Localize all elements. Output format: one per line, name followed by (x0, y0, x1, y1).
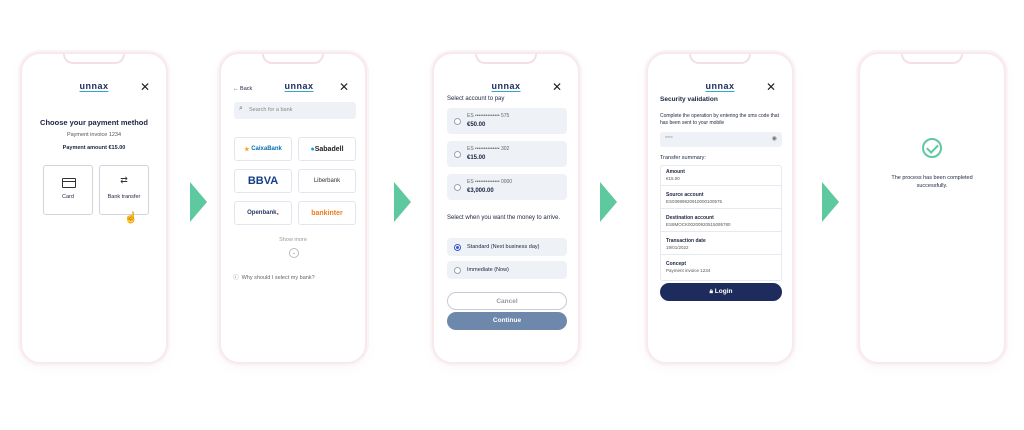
back-button[interactable]: ← Back (233, 86, 252, 92)
phone-payment-method: unnax ✕ Choose your payment method Payme… (20, 52, 168, 364)
back-label: Back (240, 86, 253, 92)
next-step-arrow-icon (394, 182, 411, 222)
account-iban: ES •••••••••••••• 302 (467, 146, 510, 152)
summary-title: Transfer summary: (660, 155, 706, 161)
success-message: The process has been completed successfu… (891, 175, 973, 189)
account-option-3[interactable]: ES •••••••••••••• 0000 €3,000.00 (447, 174, 567, 200)
bank-caixabank[interactable]: ★ CaixaBank (234, 137, 292, 161)
account-iban: ES •••••••••••••• 575 (467, 113, 510, 119)
continue-button[interactable]: Continue (447, 312, 567, 330)
pointer-hand-icon: ☝ (124, 212, 138, 224)
summary-value: ES03999920910000100575 (666, 199, 723, 204)
check-circle-icon (922, 138, 942, 158)
account-radio[interactable] (454, 118, 461, 125)
phone-security-validation: unnax ✕ Security validation Complete the… (646, 52, 794, 364)
select-account-title: Select account to pay (447, 96, 505, 102)
bank-transfer-option-button[interactable]: ⇄ Bank transfer (99, 165, 149, 215)
summary-label: Amount (666, 169, 685, 175)
standard-option[interactable]: Standard (Next business day) (447, 238, 567, 256)
arrival-title: Select when you want the money to arrive… (447, 215, 561, 221)
summary-label: Transaction date (666, 238, 706, 244)
next-step-arrow-icon (190, 182, 207, 222)
phone-notch (262, 54, 324, 64)
summary-label: Concept (666, 261, 686, 267)
chevron-down-icon[interactable]: ⌄ (289, 248, 299, 258)
bank-liberbank[interactable]: Liberbank (298, 169, 356, 193)
close-icon[interactable]: ✕ (140, 80, 150, 94)
summary-label: Source account (666, 192, 704, 198)
card-icon (62, 178, 76, 188)
summary-label: Destination account (666, 215, 714, 221)
card-option-button[interactable]: Card (43, 165, 93, 215)
account-balance: €50.00 (467, 122, 486, 128)
phone-select-bank: ← Back unnax ✕ ⌕ Search for a bank ★ Cai… (219, 52, 367, 364)
sms-code-placeholder: **** (665, 136, 673, 142)
sms-instructions: Complete the operation by entering the s… (660, 113, 779, 126)
phone-notch (901, 54, 963, 64)
summary-value: ES8MOCK00200920515095780 (666, 222, 731, 227)
standard-radio[interactable] (454, 244, 461, 251)
account-balance: €15.00 (467, 155, 486, 161)
unnax-logo: unnax (491, 81, 521, 92)
bank-sabadell[interactable]: ● Sabadell (298, 137, 356, 161)
unnax-logo: unnax (79, 81, 109, 92)
show-more-link[interactable]: Show more (221, 237, 365, 243)
phone-select-account: unnax ✕ Select account to pay ES •••••••… (432, 52, 580, 364)
account-option-1[interactable]: ES •••••••••••••• 575 €50.00 (447, 108, 567, 134)
standard-label: Standard (Next business day) (467, 244, 540, 250)
close-icon[interactable]: ✕ (552, 80, 562, 94)
summary-value: Payment invoice 1234 (666, 268, 711, 273)
bank-transfer-option-label: Bank transfer (107, 194, 141, 200)
security-title: Security validation (660, 96, 718, 103)
phone-success: The process has been completed successfu… (858, 52, 1006, 364)
login-button[interactable]: 🔒︎ Login (660, 283, 782, 301)
summary-value: €15.00 (666, 176, 680, 181)
next-step-arrow-icon (600, 182, 617, 222)
phone-notch (475, 54, 537, 64)
close-icon[interactable]: ✕ (766, 80, 776, 94)
account-balance: €3,000.00 (467, 188, 494, 194)
search-placeholder: Search for a bank (249, 107, 293, 113)
phone-notch (689, 54, 751, 64)
close-icon[interactable]: ✕ (339, 80, 349, 94)
immediate-radio[interactable] (454, 267, 461, 274)
account-iban: ES •••••••••••••• 0000 (467, 179, 513, 185)
next-step-arrow-icon (822, 182, 839, 222)
unnax-logo: unnax (705, 81, 735, 92)
account-radio[interactable] (454, 151, 461, 158)
bank-bankinter[interactable]: bankinter (298, 201, 356, 225)
invoice-text: Payment invoice 1234 (66, 132, 122, 138)
immediate-option[interactable]: Immediate (Now) (447, 261, 567, 279)
immediate-label: Immediate (Now) (467, 267, 509, 273)
bank-openbank[interactable]: Openbank ● (234, 201, 292, 225)
lock-icon: 🔒︎ (709, 288, 713, 295)
phone-notch (63, 54, 125, 64)
eye-icon[interactable]: ◉ (772, 135, 777, 142)
transfer-summary-box: Amount €15.00 Source account ES039999209… (660, 165, 782, 281)
account-radio[interactable] (454, 184, 461, 191)
account-option-2[interactable]: ES •••••••••••••• 302 €15.00 (447, 141, 567, 167)
help-link[interactable]: ⓘ Why should I select my bank? (233, 273, 315, 281)
card-option-label: Card (62, 194, 74, 200)
cancel-button[interactable]: Cancel (447, 292, 567, 310)
login-label: Login (714, 288, 733, 295)
search-icon: ⌕ (239, 105, 243, 112)
bank-bbva[interactable]: BBVA (234, 169, 292, 193)
amount-text: Payment amount €15.00 (62, 145, 126, 151)
sms-code-input[interactable]: **** ◉ (660, 132, 782, 147)
search-input[interactable]: ⌕ Search for a bank (234, 102, 356, 119)
summary-value: 19/01/2022 (666, 245, 689, 250)
help-label: Why should I select my bank? (241, 275, 315, 281)
transfer-icon: ⇄ (120, 175, 128, 185)
page-title: Choose your payment method (40, 118, 148, 127)
unnax-logo: unnax (284, 81, 314, 92)
